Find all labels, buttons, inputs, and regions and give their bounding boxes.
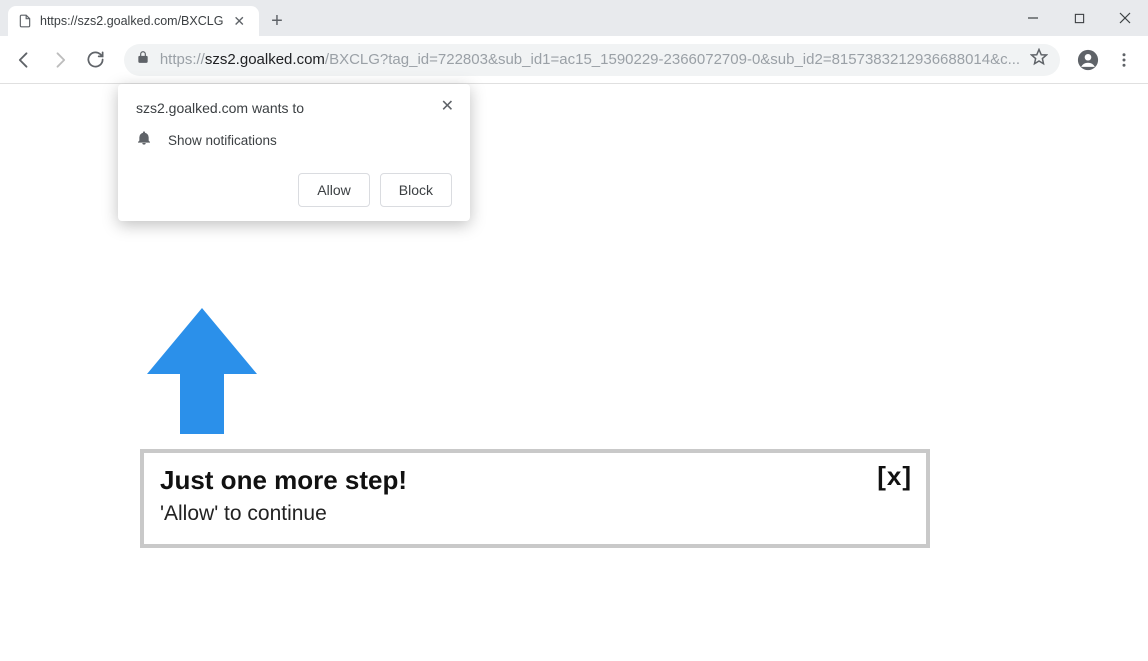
banner-close-button[interactable]: [x] [877,461,912,492]
window-maximize-button[interactable] [1056,0,1102,36]
tab-title: https://szs2.goalked.com/BXCLG [40,14,223,28]
bookmark-star-icon[interactable] [1030,48,1048,71]
forward-button[interactable] [46,45,74,75]
banner-title: Just one more step! [160,465,910,496]
page-icon [18,14,32,28]
close-icon[interactable]: ✕ [437,94,458,118]
banner-subtitle: 'Allow' to continue [160,502,910,526]
permission-label: Show notifications [168,133,277,148]
tab-close-button[interactable]: ✕ [229,13,249,30]
window-controls [1010,0,1148,36]
block-button[interactable]: Block [380,173,452,207]
notification-permission-popup: ✕ szs2.goalked.com wants to Show notific… [118,84,470,221]
window-minimize-button[interactable] [1010,0,1056,36]
browser-tab[interactable]: https://szs2.goalked.com/BXCLG ✕ [8,6,259,36]
new-tab-button[interactable]: + [259,6,295,36]
bell-icon [136,130,152,151]
arrow-up-icon [142,308,262,443]
window-close-button[interactable] [1102,0,1148,36]
back-button[interactable] [10,45,38,75]
profile-avatar-button[interactable] [1074,45,1102,75]
permission-origin-text: szs2.goalked.com wants to [136,100,452,116]
reload-button[interactable] [82,45,110,75]
url-text: https://szs2.goalked.com/BXCLG?tag_id=72… [160,51,1020,68]
instruction-banner: [x] Just one more step! 'Allow' to conti… [140,449,930,548]
browser-toolbar: https://szs2.goalked.com/BXCLG?tag_id=72… [0,36,1148,84]
window-title-bar: https://szs2.goalked.com/BXCLG ✕ + [0,0,1148,36]
allow-button[interactable]: Allow [298,173,369,207]
kebab-menu-button[interactable] [1110,45,1138,75]
lock-icon [136,50,150,69]
address-bar[interactable]: https://szs2.goalked.com/BXCLG?tag_id=72… [124,44,1060,76]
